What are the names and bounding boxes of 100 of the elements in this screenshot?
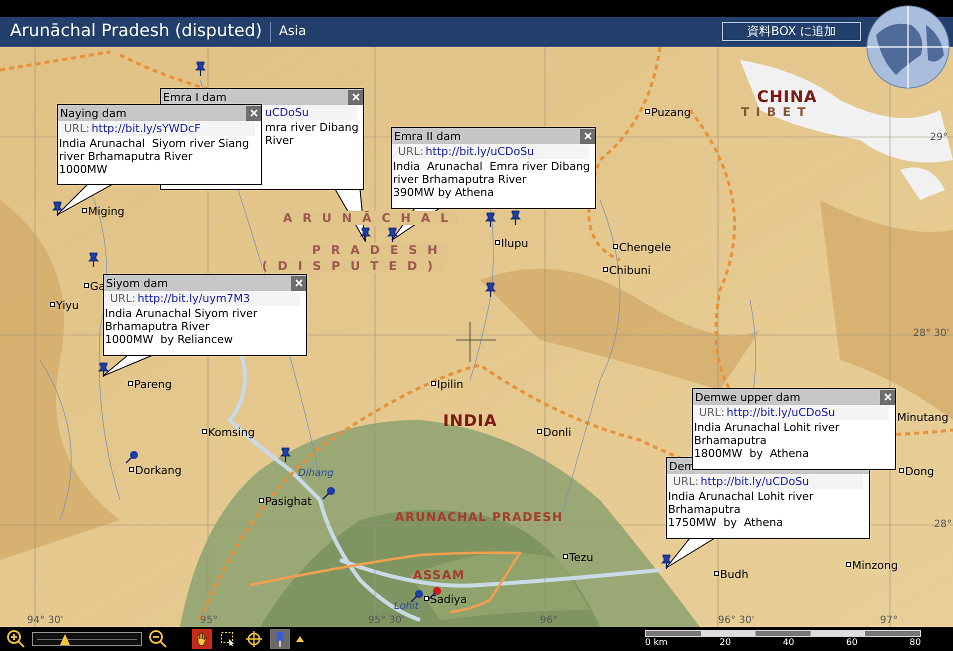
scale-label: 60 xyxy=(846,636,858,648)
slider-thumb[interactable] xyxy=(60,634,70,645)
place-name: Dong xyxy=(905,464,934,480)
url-label: URL: xyxy=(398,145,424,158)
place-name: Budh xyxy=(720,567,748,583)
pushpin-icon[interactable] xyxy=(195,61,206,76)
close-button[interactable] xyxy=(246,106,261,120)
callout-text: mra river Dibang River xyxy=(265,120,359,147)
town-marker-icon xyxy=(563,554,568,559)
callout-text: India Arunachal Siyom river Siang river Brhamaputra River 1000MW xyxy=(59,136,250,176)
town-marker-icon xyxy=(431,381,436,386)
coordinate-label: 96° 30' xyxy=(718,614,754,628)
caret-icon[interactable] xyxy=(296,635,304,643)
callout-title: Emra I dam xyxy=(163,90,227,104)
pushpin-icon[interactable] xyxy=(661,554,672,569)
url-link[interactable]: http://bit.ly/sYWDcF xyxy=(92,122,201,135)
region-name: INDIA xyxy=(443,410,498,432)
close-icon xyxy=(584,132,592,140)
map-tool-button[interactable] xyxy=(244,629,264,649)
town-marker-icon xyxy=(495,240,500,245)
url-link[interactable]: http://bit.ly/uCDoSu xyxy=(426,145,534,158)
town-marker-icon xyxy=(537,429,542,434)
place-name: Pareng xyxy=(134,377,172,393)
pushpin-icon[interactable] xyxy=(98,362,109,377)
url-label: URL: xyxy=(64,122,90,135)
pushpin-icon[interactable] xyxy=(322,486,336,500)
coordinate-label: 29° xyxy=(930,131,948,145)
callout-title: Siyom dam xyxy=(106,276,168,290)
callout-title: Naying dam xyxy=(60,106,126,120)
pushpin-icon[interactable] xyxy=(280,447,291,462)
place-name: Minutang xyxy=(897,410,948,426)
callout-text: India Arunachal Siyom river Brhamaputra River 1000MW by Reliancew xyxy=(105,306,258,346)
zoom-in-icon[interactable] xyxy=(6,629,26,649)
scale-label: 80 xyxy=(910,636,921,648)
region-name: CHINA xyxy=(757,86,818,107)
river-name: Dihang xyxy=(298,467,334,481)
region-name: (DISPUTED) xyxy=(262,259,443,273)
pushpin-icon[interactable] xyxy=(88,252,99,267)
scale-label: 0 km xyxy=(645,636,668,648)
place-name: Ilupu xyxy=(501,236,528,252)
callout-text: India Arunachal Lohit river Brhamaputra 1750MW by Athena xyxy=(668,489,814,529)
town-marker-icon xyxy=(899,468,904,473)
region-label: Asia xyxy=(279,22,306,41)
zoom-out-icon[interactable] xyxy=(148,629,168,649)
callout-title: Demwe upper dam xyxy=(695,390,800,404)
place-name: Pasighat xyxy=(265,494,312,510)
region-name: ARUNACHAL PRADESH xyxy=(395,509,564,526)
scale-label: 20 xyxy=(719,636,731,648)
zoom-slider[interactable] xyxy=(32,632,142,646)
url-link[interactable]: http://bit.ly/uCDoSu xyxy=(726,406,836,419)
town-marker-icon xyxy=(603,267,608,272)
coordinate-label: 96° xyxy=(540,614,558,628)
url-label: URL: xyxy=(110,292,136,305)
town-marker-icon xyxy=(846,562,851,567)
close-icon xyxy=(250,109,258,117)
place-name: Dorkang xyxy=(135,463,182,479)
place-name: Miging xyxy=(88,204,125,220)
place-name: Sadiya xyxy=(430,592,468,608)
coordinate-label: 97° xyxy=(880,614,898,628)
close-icon xyxy=(352,93,360,101)
town-marker-icon xyxy=(714,571,719,576)
pushpin-icon[interactable] xyxy=(52,201,63,216)
callout-title: Emra II dam xyxy=(394,130,461,142)
url-link[interactable]: http://bit.ly/uym7M3 xyxy=(138,292,250,305)
add-to-box-button[interactable]: 資料BOX に追加 xyxy=(722,22,861,41)
close-button[interactable] xyxy=(880,390,895,404)
place-name: Puzang xyxy=(651,105,691,121)
scale-label: 40 xyxy=(782,636,794,648)
coordinate-label: 28° xyxy=(934,518,952,532)
close-icon xyxy=(294,279,302,287)
town-marker-icon xyxy=(128,381,133,386)
pushpin-icon[interactable] xyxy=(485,212,496,227)
select-icon xyxy=(220,631,236,647)
callout-text: India Arunachal Emra river Dibang river Brhamaputra River 390MW by Athena xyxy=(393,159,590,199)
coordinate-label: 28° 30' xyxy=(913,327,950,341)
pushpin-icon[interactable] xyxy=(510,210,521,225)
river-name: Lohit xyxy=(394,600,419,614)
map-tool-button[interactable] xyxy=(192,629,212,649)
url-label: URL: xyxy=(699,406,725,419)
globe-drawing[interactable] xyxy=(866,5,950,89)
close-button[interactable] xyxy=(580,128,595,144)
callout-text: India Arunachal Lohit river Brhamaputra 1800MW by Athena xyxy=(694,420,840,460)
region-name: ASSAM xyxy=(413,567,466,584)
place-name: Komsing xyxy=(208,425,255,441)
town-marker-icon xyxy=(84,283,89,288)
town-marker-icon xyxy=(202,429,207,434)
town-marker-icon xyxy=(259,498,264,503)
town-marker-icon xyxy=(129,467,134,472)
pushpin-icon[interactable] xyxy=(360,227,371,242)
pushpin-icon[interactable] xyxy=(485,282,496,297)
url-label: URL: xyxy=(673,475,699,488)
town-marker-icon xyxy=(424,596,429,601)
close-button[interactable] xyxy=(348,90,363,104)
map-title: Arunāchal Pradesh (disputed) xyxy=(10,20,262,43)
region-name: TIBET xyxy=(741,104,812,121)
close-button[interactable] xyxy=(291,276,306,290)
pushpin-icon[interactable] xyxy=(125,450,139,464)
url-link[interactable]: http://bit.ly/uCDoSu xyxy=(700,475,810,488)
town-marker-icon xyxy=(50,302,55,307)
pushpin-icon[interactable] xyxy=(387,227,398,242)
